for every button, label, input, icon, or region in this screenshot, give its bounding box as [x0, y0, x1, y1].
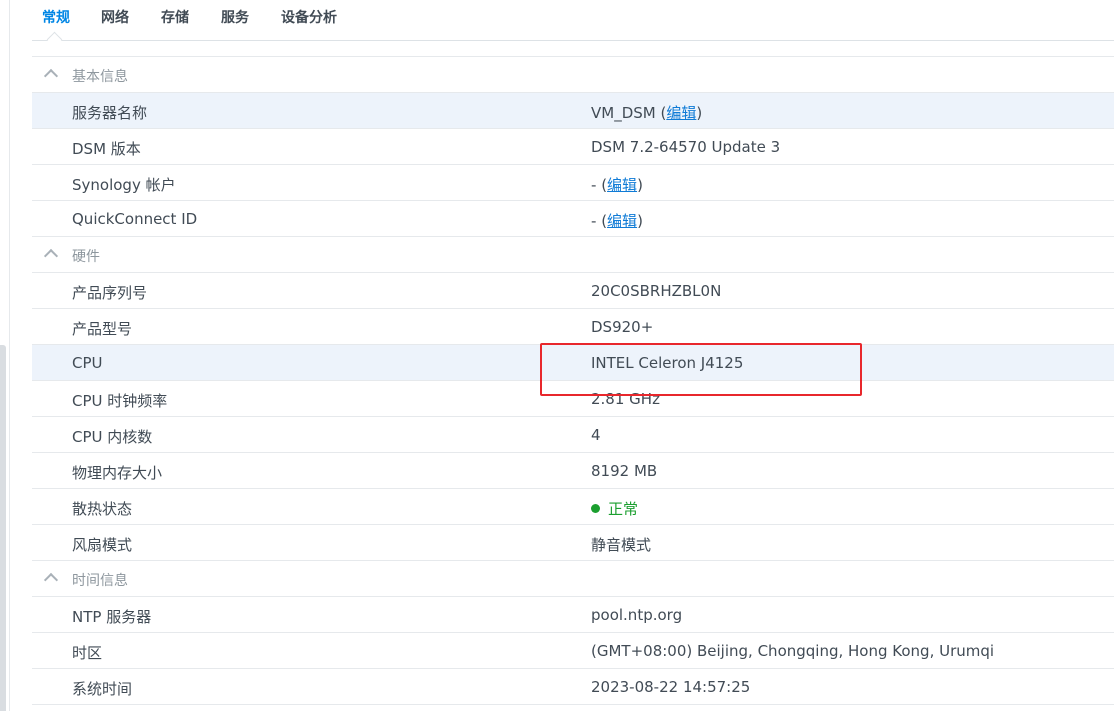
row-value: VM_DSM (编辑) — [591, 104, 703, 122]
row-system-time: 系统时间 2023-08-22 14:57:25 — [32, 669, 1114, 705]
section-header-hardware[interactable]: 硬件 — [32, 237, 1114, 273]
row-label: CPU 内核数 — [72, 428, 153, 446]
synology-account-value: - — [591, 176, 597, 194]
row-ntp-server: NTP 服务器 pool.ntp.org — [32, 597, 1114, 633]
row-label: QuickConnect ID — [72, 210, 198, 228]
row-product-model: 产品型号 DS920+ — [32, 309, 1114, 345]
left-scrollbar[interactable] — [0, 345, 6, 711]
row-value: - (编辑) — [591, 212, 643, 230]
active-tab-indicator — [46, 31, 63, 48]
row-quickconnect-id: QuickConnect ID - (编辑) — [32, 201, 1114, 237]
edit-synology-account-link[interactable]: 编辑 — [607, 176, 637, 194]
row-synology-account: Synology 帐户 - (编辑) — [32, 165, 1114, 201]
row-timezone: 时区 (GMT+08:00) Beijing, Chongqing, Hong … — [32, 633, 1114, 669]
row-label: 散热状态 — [72, 500, 133, 518]
section-header-time-info[interactable]: 时间信息 — [32, 561, 1114, 597]
tab-general[interactable]: 常规 — [42, 7, 70, 27]
tab-network[interactable]: 网络 — [101, 7, 129, 27]
row-label: CPU 时钟频率 — [72, 392, 168, 410]
row-label: 产品型号 — [72, 320, 133, 338]
server-name-value: VM_DSM — [591, 104, 656, 122]
row-value: 4 — [591, 426, 601, 444]
row-label: 风扇模式 — [72, 536, 133, 554]
chevron-up-icon[interactable] — [43, 68, 59, 84]
row-label: Synology 帐户 — [72, 176, 176, 194]
status-ok-icon — [591, 504, 600, 513]
row-value: 2.81 GHz — [591, 390, 660, 408]
row-value: - (编辑) — [591, 176, 643, 194]
tab-storage[interactable]: 存储 — [161, 7, 189, 27]
section-title: 硬件 — [72, 249, 100, 265]
row-value: 正常 — [591, 498, 638, 519]
info-grid: 基本信息 服务器名称 VM_DSM (编辑) DSM 版本 DSM 7.2-64… — [32, 56, 1114, 705]
tab-bar: 常规 网络 存储 服务 设备分析 — [32, 0, 1114, 48]
row-value: DS920+ — [591, 318, 654, 336]
row-value: DSM 7.2-64570 Update 3 — [591, 138, 781, 156]
row-cpu-cores: CPU 内核数 4 — [32, 417, 1114, 453]
row-thermal-status: 散热状态 正常 — [32, 489, 1114, 525]
edit-server-name-link[interactable]: 编辑 — [666, 104, 696, 122]
chevron-up-icon[interactable] — [43, 248, 59, 264]
row-label: CPU — [72, 354, 103, 372]
row-value: pool.ntp.org — [591, 606, 683, 624]
tab-device-analytics[interactable]: 设备分析 — [281, 7, 337, 27]
row-value: 2023-08-22 14:57:25 — [591, 678, 751, 696]
row-label: NTP 服务器 — [72, 608, 152, 626]
edit-quickconnect-link[interactable]: 编辑 — [607, 212, 637, 230]
row-cpu: CPU INTEL Celeron J4125 — [32, 345, 1114, 381]
chevron-up-icon[interactable] — [43, 572, 59, 588]
row-dsm-version: DSM 版本 DSM 7.2-64570 Update 3 — [32, 129, 1114, 165]
row-label: 物理内存大小 — [72, 464, 163, 482]
row-fan-mode: 风扇模式 静音模式 — [32, 525, 1114, 561]
row-value: 20C0SBRHZBL0N — [591, 282, 722, 300]
section-title: 基本信息 — [72, 69, 128, 85]
row-physical-memory: 物理内存大小 8192 MB — [32, 453, 1114, 489]
row-label: DSM 版本 — [72, 140, 141, 158]
row-value: 静音模式 — [591, 536, 652, 554]
row-value: (GMT+08:00) Beijing, Chongqing, Hong Kon… — [591, 642, 995, 660]
section-header-basic-info[interactable]: 基本信息 — [32, 57, 1114, 93]
row-label: 产品序列号 — [72, 284, 148, 302]
row-label: 时区 — [72, 644, 103, 662]
quickconnect-value: - — [591, 212, 597, 230]
row-label: 服务器名称 — [72, 104, 148, 122]
row-serial-number: 产品序列号 20C0SBRHZBL0N — [32, 273, 1114, 309]
row-label: 系统时间 — [72, 680, 133, 698]
row-value: INTEL Celeron J4125 — [591, 354, 744, 372]
row-value: 8192 MB — [591, 462, 658, 480]
thermal-status-value: 正常 — [608, 500, 639, 518]
tab-services[interactable]: 服务 — [221, 7, 249, 27]
section-title: 时间信息 — [72, 573, 128, 589]
row-cpu-clock: CPU 时钟频率 2.81 GHz — [32, 381, 1114, 417]
row-server-name: 服务器名称 VM_DSM (编辑) — [32, 93, 1114, 129]
